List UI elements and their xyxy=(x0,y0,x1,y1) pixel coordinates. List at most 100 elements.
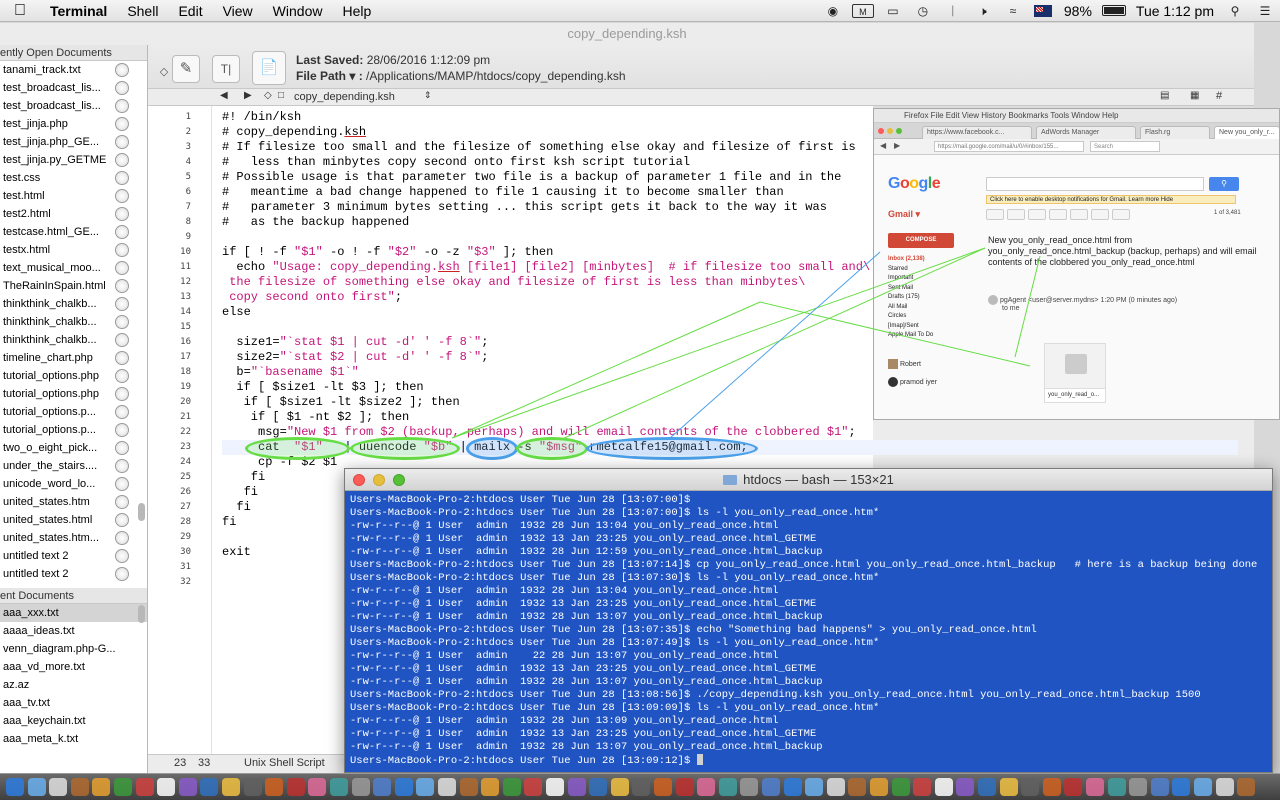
close-document-icon[interactable] xyxy=(115,405,129,419)
close-document-icon[interactable] xyxy=(115,297,129,311)
browser-url-field[interactable]: https://mail.google.com/mail/u/0/#inbox/… xyxy=(934,141,1084,152)
dock-app-icon[interactable] xyxy=(546,778,564,796)
dock-app-icon[interactable] xyxy=(373,778,392,796)
close-document-icon[interactable] xyxy=(115,477,129,491)
dock-app-icon[interactable] xyxy=(200,778,219,796)
dock-app-icon[interactable] xyxy=(870,778,888,796)
dock-app-icon[interactable] xyxy=(589,778,608,796)
dock-app-icon[interactable] xyxy=(654,778,672,796)
nav-diamond-icon[interactable]: ◇ xyxy=(264,90,272,101)
recent-doc-item[interactable]: united_states.htm xyxy=(0,493,147,511)
recent-doc-item[interactable]: tutorial_options.php xyxy=(0,367,147,385)
close-document-icon[interactable] xyxy=(115,459,129,473)
gmail-delete-button[interactable] xyxy=(1049,209,1067,220)
gmail-nav-item[interactable]: Inbox (2,138) xyxy=(888,255,968,265)
second-doc-item[interactable]: aaa_tv.txt xyxy=(0,694,147,712)
file-path[interactable]: File Path ▾ : /Applications/MAMP/htdocs/… xyxy=(296,69,626,83)
dock-app-icon[interactable] xyxy=(1086,778,1104,796)
status-circle-icon[interactable]: ◉ xyxy=(822,4,844,18)
close-document-icon[interactable] xyxy=(115,153,129,167)
recent-doc-item[interactable]: tutorial_options.p... xyxy=(0,403,147,421)
dock-app-icon[interactable] xyxy=(1107,778,1126,796)
terminal-zoom-button[interactable] xyxy=(393,474,405,486)
window-list-icon[interactable]: ▦ xyxy=(1190,90,1199,101)
menu-edit[interactable]: Edit xyxy=(168,0,212,22)
file-path-label[interactable]: File Path ▾ : xyxy=(296,69,363,83)
dock-app-icon[interactable] xyxy=(114,778,132,796)
status-language[interactable]: Unix Shell Script xyxy=(244,757,325,769)
recent-doc-item[interactable]: two_o_eight_pick... xyxy=(0,439,147,457)
recent-doc-item[interactable]: tutorial_options.php xyxy=(0,385,147,403)
dock-app-icon[interactable] xyxy=(27,778,46,796)
gmail-search-button[interactable]: ⚲ xyxy=(1209,177,1239,191)
terminal-close-button[interactable] xyxy=(353,474,365,486)
sidebar-scrollbar[interactable] xyxy=(138,503,145,521)
recent-doc-item[interactable]: test_broadcast_lis... xyxy=(0,79,147,97)
dock-app-icon[interactable] xyxy=(934,778,953,796)
nav-forward-icon[interactable]: ▶ xyxy=(244,90,252,101)
close-document-icon[interactable] xyxy=(115,243,129,257)
dock-app-icon[interactable] xyxy=(1042,778,1061,796)
dock-app-icon[interactable] xyxy=(718,778,737,796)
close-document-icon[interactable] xyxy=(115,189,129,203)
recent-doc-item[interactable]: test.html xyxy=(0,187,147,205)
gmail-compose-button[interactable]: COMPOSE xyxy=(888,233,954,248)
close-document-icon[interactable] xyxy=(115,99,129,113)
gmail-move-button[interactable] xyxy=(1070,209,1088,220)
close-document-icon[interactable] xyxy=(115,81,129,95)
dock-app-icon[interactable] xyxy=(891,778,910,796)
menu-window[interactable]: Window xyxy=(263,0,333,22)
dock-app-icon[interactable] xyxy=(913,778,932,796)
menu-help[interactable]: Help xyxy=(332,0,381,22)
gmail-nav-item[interactable]: Sent Mail xyxy=(888,284,968,294)
close-document-icon[interactable] xyxy=(115,171,129,185)
close-document-icon[interactable] xyxy=(115,567,129,581)
recent-doc-item[interactable]: thinkthink_chalkb... xyxy=(0,331,147,349)
bluetooth-icon[interactable]: ᛁ xyxy=(942,4,964,18)
gmail-nav-item[interactable]: Important xyxy=(888,274,968,284)
terminal-output[interactable]: Users-MacBook-Pro-2:htdocs User Tue Jun … xyxy=(345,491,1272,768)
dock-app-icon[interactable] xyxy=(265,778,284,796)
recent-doc-item[interactable]: thinkthink_chalkb... xyxy=(0,295,147,313)
dock-app-icon[interactable] xyxy=(1150,778,1169,796)
close-document-icon[interactable] xyxy=(115,549,129,563)
dock-app-icon[interactable] xyxy=(826,778,845,796)
gmail-archive-button[interactable] xyxy=(1007,209,1025,220)
terminal-prompt-line[interactable]: Users-MacBook-Pro-2:htdocs User Tue Jun … xyxy=(350,754,1272,768)
close-document-icon[interactable] xyxy=(115,225,129,239)
recent-doc-item[interactable]: united_states.html xyxy=(0,511,147,529)
second-doc-item[interactable]: aaaa_ideas.txt xyxy=(0,622,147,640)
menu-shell[interactable]: Shell xyxy=(117,0,168,22)
dock-app-icon[interactable] xyxy=(416,778,435,796)
dock-app-icon[interactable] xyxy=(70,778,89,796)
browser-close-dot[interactable] xyxy=(878,128,884,134)
dock-app-icon[interactable] xyxy=(740,778,759,796)
dock-app-icon[interactable] xyxy=(135,778,154,796)
recent-doc-item[interactable]: tanami_track.txt xyxy=(0,61,147,79)
document-info-icon[interactable]: 📄 xyxy=(252,51,286,85)
dock-app-icon[interactable] xyxy=(49,778,68,796)
gmail-nav-item[interactable]: Apple Mail To Do xyxy=(888,331,968,341)
terminal-titlebar[interactable]: htdocs — bash — 153×21 xyxy=(345,469,1272,491)
recent-doc-item[interactable]: under_the_stairs.... xyxy=(0,457,147,475)
dock-app-icon[interactable] xyxy=(394,778,413,796)
volume-icon[interactable]: 🕨 xyxy=(972,4,994,18)
menu-view[interactable]: View xyxy=(213,0,263,22)
dock-app-icon[interactable] xyxy=(1194,778,1212,796)
airplay-icon[interactable]: ▭ xyxy=(882,4,904,18)
dock-app-icon[interactable] xyxy=(848,778,867,796)
recent-doc-item[interactable]: TheRainInSpain.html xyxy=(0,277,147,295)
dock-app-icon[interactable] xyxy=(308,778,327,796)
dock-app-icon[interactable] xyxy=(1021,778,1040,796)
dock-app-icon[interactable] xyxy=(351,778,370,796)
browser-max-dot[interactable] xyxy=(896,128,902,134)
gmail-nav-item[interactable]: [Imap]/Sent xyxy=(888,322,968,332)
recent-doc-item[interactable]: united_states.htm... xyxy=(0,529,147,547)
second-list-scrollbar[interactable] xyxy=(138,605,145,623)
dock-app-icon[interactable] xyxy=(762,778,780,796)
input-source-flag-icon[interactable] xyxy=(1033,4,1052,17)
dock-app-icon[interactable] xyxy=(1215,778,1234,796)
pencil-icon[interactable]: ✎ xyxy=(172,55,200,83)
browser-search-field[interactable]: Search xyxy=(1090,141,1160,152)
recent-doc-item[interactable]: test_jinja.php_GE... xyxy=(0,133,147,151)
